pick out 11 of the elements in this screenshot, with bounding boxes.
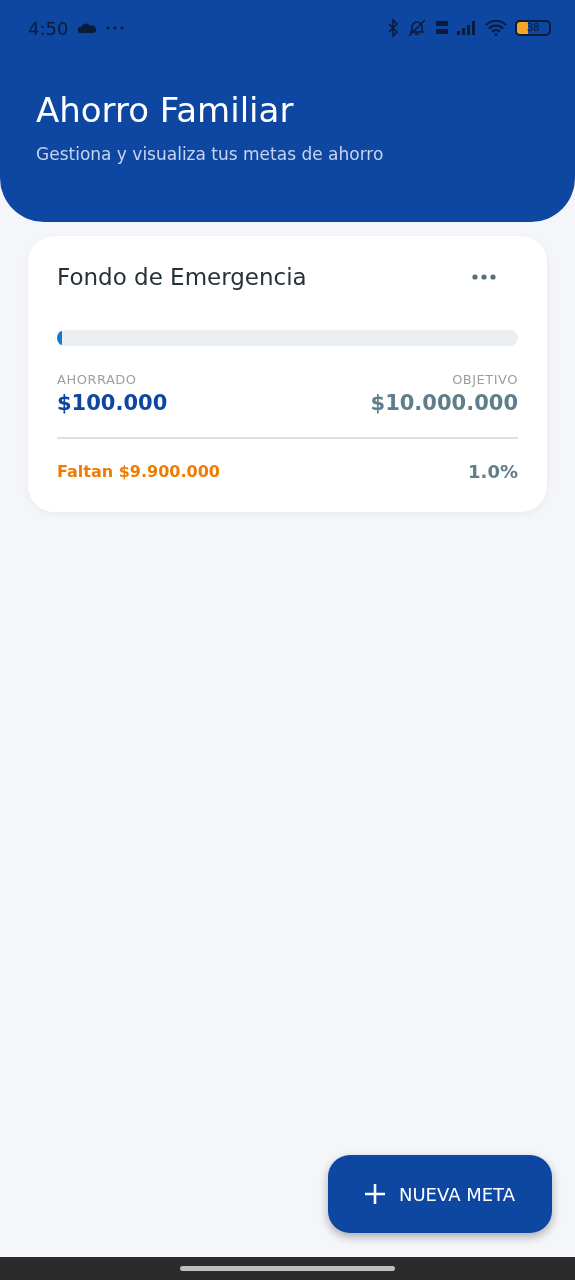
app-title: Ahorro Familiar [36, 90, 295, 130]
target-label: OBJETIVO [452, 372, 518, 387]
status-time: 4:50 [28, 17, 69, 39]
app-subtitle: Gestiona y visualiza tus metas de ahorro [36, 144, 385, 164]
saved-label: AHORRADO [57, 372, 137, 387]
goal-name: Fondo de Emergencia [57, 264, 307, 290]
new-goal-button[interactable]: NUEVA META [328, 1155, 552, 1233]
remaining-amount: Faltan $9.900.000 [57, 462, 220, 481]
progress-percent: 1.0% [468, 461, 518, 482]
target-amount: $10.000.000 [370, 391, 518, 415]
saved-amount: $100.000 [57, 391, 168, 415]
